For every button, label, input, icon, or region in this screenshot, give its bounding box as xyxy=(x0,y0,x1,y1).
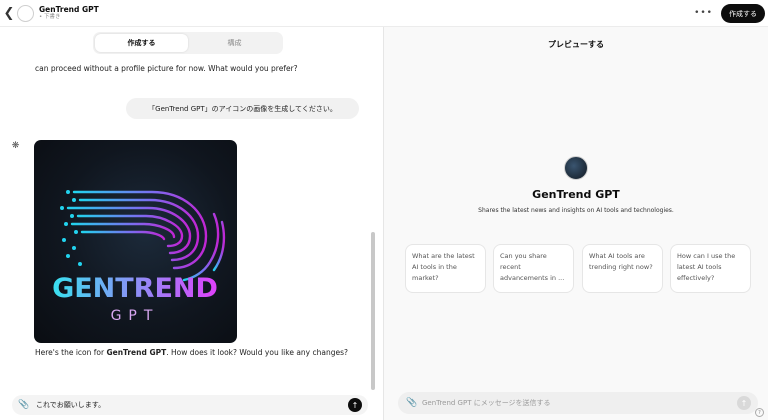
user-message-text: 「GenTrend GPT」のアイコンの画像を生成してください。 xyxy=(148,104,337,113)
reply-suffix: . How does it look? Would you like any c… xyxy=(166,348,348,357)
assistant-logo-icon: ❋ xyxy=(11,140,20,151)
user-message-bubble: 「GenTrend GPT」のアイコンの画像を生成してください。 xyxy=(126,98,359,119)
tab-configure[interactable]: 構成 xyxy=(188,34,281,52)
app-window: ❮ GenTrend GPT • 下書き ••• 作成する 作成する 構成 ca… xyxy=(0,0,768,420)
logo-wordmark: GENTREND xyxy=(52,273,218,304)
more-options-button[interactable]: ••• xyxy=(694,8,713,18)
chat-scrollbar[interactable] xyxy=(371,232,375,390)
editor-pane: 作成する 構成 can proceed without a profile pi… xyxy=(0,27,383,420)
top-bar: ❮ GenTrend GPT • 下書き ••• 作成する xyxy=(0,0,768,27)
editor-composer[interactable]: 📎 これでお願いします。 ↑ xyxy=(12,395,368,415)
send-button[interactable]: ↑ xyxy=(348,398,362,412)
attach-icon[interactable]: 📎 xyxy=(18,400,34,410)
composer-input[interactable]: これでお願いします。 xyxy=(36,400,348,410)
attach-icon[interactable]: 📎 xyxy=(406,398,422,408)
previous-assistant-message: can proceed without a profile picture fo… xyxy=(35,64,298,73)
preview-pane: プレビューする GenTrend GPT Shares the latest n… xyxy=(384,27,768,420)
preview-avatar xyxy=(564,156,588,180)
gpt-avatar[interactable] xyxy=(17,4,34,22)
preview-title: プレビューする xyxy=(548,40,604,49)
back-icon[interactable]: ❮ xyxy=(2,6,16,21)
help-icon[interactable]: ? xyxy=(755,408,764,417)
title-wrap: GenTrend GPT • 下書き xyxy=(39,4,99,21)
preview-composer[interactable]: 📎 GenTrend GPT にメッセージを送信する ↑ xyxy=(398,392,758,414)
gentrend-logo-art: GENTREND GPT xyxy=(52,190,226,324)
reply-prefix: Here's the icon for xyxy=(35,348,107,357)
preview-gpt-name: GenTrend GPT xyxy=(532,188,620,201)
editor-tabs: 作成する 構成 xyxy=(93,32,283,54)
conversation-starter[interactable]: How can I use the latest AI tools effect… xyxy=(670,244,751,293)
tab-create[interactable]: 作成する xyxy=(95,34,188,52)
gpt-title: GenTrend GPT xyxy=(39,4,99,14)
create-button[interactable]: 作成する xyxy=(721,4,765,23)
conversation-starter[interactable]: What AI tools are trending right now? xyxy=(582,244,663,293)
generated-icon-image[interactable]: GENTREND GPT xyxy=(34,140,237,343)
preview-send-button[interactable]: ↑ xyxy=(737,396,751,410)
assistant-reply: Here's the icon for GenTrend GPT. How do… xyxy=(35,348,348,357)
preview-message-input[interactable]: GenTrend GPT にメッセージを送信する xyxy=(422,398,737,408)
preview-description: Shares the latest news and insights on A… xyxy=(478,207,674,214)
conversation-starter[interactable]: What are the latest AI tools in the mark… xyxy=(405,244,486,293)
draft-status: • 下書き xyxy=(39,14,61,20)
reply-gpt-name: GenTrend GPT xyxy=(106,348,167,357)
logo-subtext: GPT xyxy=(111,308,160,324)
conversation-starter[interactable]: Can you share recent advancements in ... xyxy=(493,244,574,293)
